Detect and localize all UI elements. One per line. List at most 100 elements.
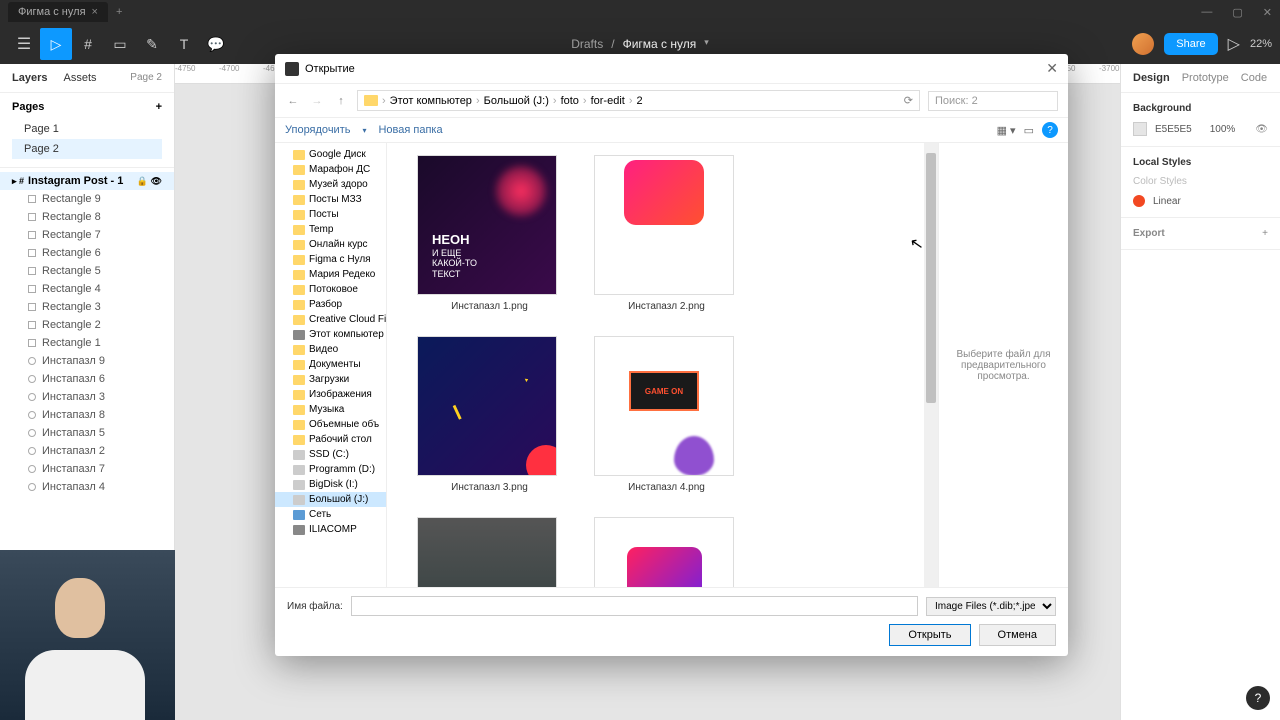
tree-item[interactable]: Изображения [275, 387, 386, 402]
tree-item[interactable]: Загрузки [275, 372, 386, 387]
new-tab-icon[interactable]: + [116, 6, 122, 18]
layer-item[interactable]: Rectangle 8 [0, 208, 174, 226]
comment-tool[interactable]: 💬 [200, 28, 232, 60]
zoom-level[interactable]: 22% [1250, 38, 1272, 50]
tree-item[interactable]: Google Диск [275, 147, 386, 162]
tree-item[interactable]: Programm (D:) [275, 462, 386, 477]
tree-item[interactable]: Разбор [275, 297, 386, 312]
dialog-close-icon[interactable]: ✕ [1046, 60, 1058, 77]
layer-item[interactable]: Инстапазл 5 [0, 424, 174, 442]
layer-item[interactable]: Rectangle 4 [0, 280, 174, 298]
bg-color-value[interactable]: E5E5E5 [1155, 124, 1192, 135]
layer-item[interactable]: Инстапазл 6 [0, 370, 174, 388]
tree-item[interactable]: Посты [275, 207, 386, 222]
file-grid[interactable]: НЕОНИ ЕЩЕКАКОЙ-ТОТЕКСТИнстапазл 1.png Инс… [387, 143, 938, 587]
app-tab[interactable]: Фигма с нуля × [8, 2, 108, 22]
layer-item[interactable]: Инстапазл 2 [0, 442, 174, 460]
layer-item[interactable]: Инстапазл 3 [0, 388, 174, 406]
main-menu-icon[interactable]: ☰ [8, 34, 40, 54]
breadcrumb-drafts[interactable]: Drafts [571, 37, 603, 51]
file-item[interactable]: НЕОНИ ЕЩЕКАКОЙ-ТОТЕКСТИнстапазл 5.png [417, 517, 562, 587]
tree-item[interactable]: Мария Редеко [275, 267, 386, 282]
move-tool[interactable]: ▷ [40, 28, 72, 60]
add-export-icon[interactable]: + [1262, 228, 1268, 239]
open-button[interactable]: Открыть [889, 624, 970, 646]
tree-item[interactable]: Рабочий стол [275, 432, 386, 447]
add-page-icon[interactable]: + [156, 101, 162, 113]
tree-item[interactable]: Музыка [275, 402, 386, 417]
search-input[interactable]: Поиск: 2 [928, 91, 1058, 111]
layer-item[interactable]: Rectangle 7 [0, 226, 174, 244]
scrollbar-thumb[interactable] [926, 153, 936, 403]
present-icon[interactable]: ▷ [1228, 34, 1240, 54]
minimize-icon[interactable]: — [1201, 6, 1212, 19]
tree-item[interactable]: ILIACOMP [275, 522, 386, 537]
layer-item[interactable]: Rectangle 5 [0, 262, 174, 280]
tree-item[interactable]: Видео [275, 342, 386, 357]
file-item[interactable]: GAME ONИнстапазл 4.png [594, 336, 739, 493]
style-swatch[interactable] [1133, 195, 1145, 207]
tree-item[interactable]: SSD (C:) [275, 447, 386, 462]
file-item[interactable]: Инстапазл 6.png [594, 517, 739, 587]
folder-tree[interactable]: Google ДискМарафон ДСМузей здороПосты МЗ… [275, 143, 387, 587]
nav-up-icon[interactable]: ↑ [333, 95, 349, 107]
bg-opacity[interactable]: 100% [1210, 124, 1236, 135]
page-item[interactable]: Page 2 [12, 139, 162, 159]
layer-item[interactable]: Инстапазл 8 [0, 406, 174, 424]
style-name[interactable]: Linear [1153, 196, 1181, 207]
layer-item[interactable]: Инстапазл 7 [0, 460, 174, 478]
filetype-select[interactable]: Image Files (*.dib;*.jpeg;*.webp [926, 597, 1056, 616]
user-avatar[interactable] [1132, 33, 1154, 55]
address-bar[interactable]: ›Этот компьютер ›Большой (J:) ›foto ›for… [357, 90, 920, 111]
maximize-icon[interactable]: ▢ [1232, 6, 1242, 19]
cancel-button[interactable]: Отмена [979, 624, 1056, 646]
tree-item[interactable]: Temp [275, 222, 386, 237]
tree-item[interactable]: Этот компьютер [275, 327, 386, 342]
tab-design[interactable]: Design [1133, 72, 1170, 84]
new-folder-button[interactable]: Новая папка [378, 124, 442, 136]
tree-item[interactable]: Creative Cloud Fil [275, 312, 386, 327]
tree-item[interactable]: BigDisk (I:) [275, 477, 386, 492]
tree-item[interactable]: Потоковое [275, 282, 386, 297]
layer-item[interactable]: Rectangle 9 [0, 190, 174, 208]
frame-tool[interactable]: # [72, 28, 104, 60]
close-window-icon[interactable]: ✕ [1263, 6, 1272, 19]
tab-assets[interactable]: Assets [63, 72, 96, 84]
tree-item[interactable]: Посты МЗЗ [275, 192, 386, 207]
file-item[interactable]: НЕОНИ ЕЩЕКАКОЙ-ТОТЕКСТИнстапазл 1.png [417, 155, 562, 312]
nav-back-icon[interactable]: ← [285, 95, 301, 107]
preview-pane-icon[interactable]: ▭ [1024, 124, 1034, 137]
refresh-icon[interactable]: ⟳ [904, 94, 913, 107]
frame-layer[interactable]: ▸ # Instagram Post - 1 🔒 👁 [0, 172, 174, 190]
pen-tool[interactable]: ✎ [136, 28, 168, 60]
layer-item[interactable]: Rectangle 3 [0, 298, 174, 316]
share-button[interactable]: Share [1164, 33, 1217, 55]
tab-prototype[interactable]: Prototype [1182, 72, 1229, 84]
layer-item[interactable]: Инстапазл 4 [0, 478, 174, 496]
tree-item[interactable]: Музей здоро [275, 177, 386, 192]
chevron-down-icon[interactable]: ▾ [704, 37, 709, 51]
layer-item[interactable]: Rectangle 2 [0, 316, 174, 334]
layer-item[interactable]: Rectangle 1 [0, 334, 174, 352]
text-tool[interactable]: T [168, 28, 200, 60]
tree-item[interactable]: Большой (J:) [275, 492, 386, 507]
tree-item[interactable]: Объемные объ [275, 417, 386, 432]
tree-item[interactable]: Сеть [275, 507, 386, 522]
tab-code[interactable]: Code [1241, 72, 1267, 84]
page-item[interactable]: Page 1 [12, 119, 162, 139]
tree-item[interactable]: Документы [275, 357, 386, 372]
tree-item[interactable]: Figma с Нуля [275, 252, 386, 267]
shape-tool[interactable]: ▭ [104, 28, 136, 60]
layer-item[interactable]: Rectangle 6 [0, 244, 174, 262]
filename-input[interactable] [351, 596, 918, 616]
view-mode-icon[interactable]: ▦ ▾ [997, 124, 1016, 137]
file-item[interactable]: Инстапазл 3.png [417, 336, 562, 493]
breadcrumb-project[interactable]: Фигма с нуля [623, 37, 697, 51]
layer-item[interactable]: Инстапазл 9 [0, 352, 174, 370]
page-indicator[interactable]: Page 2 [130, 72, 162, 84]
organize-menu[interactable]: Упорядочить [285, 124, 350, 136]
help-icon[interactable]: ? [1042, 122, 1058, 138]
nav-forward-icon[interactable]: → [309, 95, 325, 107]
bg-color-swatch[interactable] [1133, 122, 1147, 136]
tab-layers[interactable]: Layers [12, 72, 47, 84]
